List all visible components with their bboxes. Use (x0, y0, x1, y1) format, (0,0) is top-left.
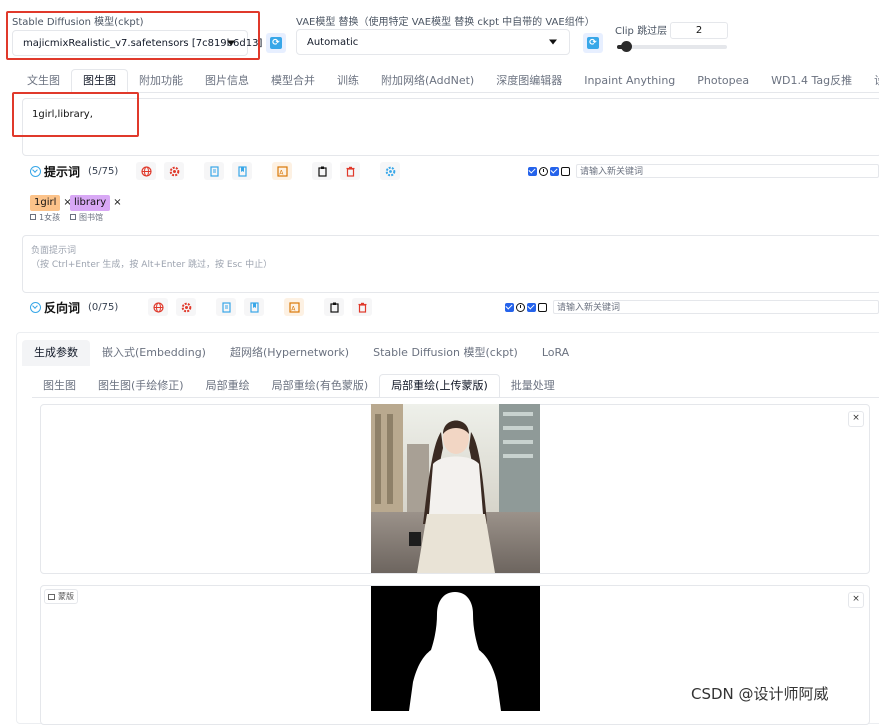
checkbox-icon[interactable] (527, 302, 536, 312)
negative-heading: 反向词 (44, 300, 81, 315)
param-tabs: 生成参数 嵌入式(Embedding) 超网络(Hypernetwork) Stabl… (22, 340, 879, 366)
clock-icon[interactable] (539, 166, 548, 176)
bookmark-icon[interactable] (244, 298, 265, 316)
mode-tabs: 图生图 图生图(手绘修正) 局部重绘 局部重绘(有色蒙版) 局部重绘(上传蒙版) 批量处理 (32, 374, 879, 398)
tab-param-2[interactable]: 超网络(Hypernetwork) (218, 340, 361, 366)
tab-main-0[interactable]: 文生图 (16, 70, 71, 92)
globe-icon[interactable] (148, 298, 169, 316)
image-icon (48, 593, 55, 600)
copy-icon[interactable] (204, 162, 225, 180)
prompt-tag[interactable]: 1girl × 1女孩 (30, 190, 72, 223)
close-icon[interactable]: × (848, 411, 864, 427)
tab-main-10[interactable]: WD1.4 Tag反推 (760, 70, 863, 92)
negative-placeholder-line2: （按 Ctrl+Enter 生成，按 Alt+Enter 跳过，按 Esc 中止… (31, 260, 273, 270)
model-section: Stable Diffusion 模型(ckpt) majicmixRealis… (6, 8, 262, 60)
clip-label: Clip 跳过层 (615, 26, 668, 37)
clip-slider[interactable] (617, 41, 727, 52)
tab-mode-3[interactable]: 局部重绘(有色蒙版) (261, 375, 380, 397)
prompt-heading: 提示词 (44, 164, 81, 179)
checkbox-icon[interactable] (528, 166, 537, 176)
prompt-keyword-controls: 请输入新关键词 (528, 163, 879, 179)
vae-label: VAE模型 替换（使用特定 VAE模型 替换 ckpt 中自带的 VAE组件） (296, 17, 595, 28)
gear-icon[interactable] (176, 298, 197, 316)
tab-param-3[interactable]: Stable Diffusion 模型(ckpt) (361, 340, 530, 366)
translate-icon (70, 214, 76, 220)
close-icon[interactable]: × (848, 592, 864, 608)
tab-main-8[interactable]: Inpaint Anything (573, 70, 686, 92)
negative-placeholder-line1: 负面提示词 (31, 246, 77, 256)
tab-mode-5[interactable]: 批量处理 (500, 375, 566, 397)
settings-icon[interactable] (380, 162, 401, 180)
prompt-count: (5/75) (88, 165, 119, 177)
negative-count: (0/75) (88, 301, 119, 313)
vae-refresh-button[interactable]: ⟳ (583, 33, 603, 53)
tab-main-11[interactable]: 设 (863, 70, 879, 92)
prompt-tag-translation: 1女孩 (30, 212, 72, 223)
tab-param-0[interactable]: 生成参数 (22, 340, 90, 366)
mask-image (371, 586, 540, 711)
prompt-tag-translation: 图书馆 (70, 212, 122, 223)
tab-mode-4[interactable]: 局部重绘(上传蒙版) (379, 374, 500, 397)
refresh-icon: ⟳ (270, 37, 282, 49)
translate-icon (30, 214, 36, 220)
bookmark-icon[interactable] (232, 162, 253, 180)
tab-main-9[interactable]: Photopea (686, 70, 760, 92)
model-select[interactable]: majicmixRealistic_v7.safetensors [7c819b… (12, 30, 262, 56)
main-tabs: 文生图 图生图 附加功能 图片信息 模型合并 训练 附加网络(AddNet) 深度图编辑器 In… (16, 69, 879, 93)
negative-prompt-textbox[interactable]: 负面提示词 （按 Ctrl+Enter 生成，按 Alt+Enter 跳过，按 … (22, 235, 879, 293)
init-image (371, 404, 540, 573)
tab-main-7[interactable]: 深度图编辑器 (485, 70, 573, 92)
translate-icon[interactable]: A (272, 162, 293, 180)
clip-slider-handle[interactable] (621, 41, 632, 52)
mask-label: 蒙版 (58, 592, 74, 601)
tab-main-4[interactable]: 模型合并 (260, 70, 326, 92)
negative-toolbar: 反向词 (0/75) A (30, 297, 500, 317)
clipboard-icon[interactable] (324, 298, 345, 316)
chevron-down-icon (549, 39, 557, 45)
clip-input[interactable]: 2 (670, 22, 728, 39)
tab-main-5[interactable]: 训练 (326, 70, 370, 92)
trash-icon[interactable] (352, 298, 373, 316)
negative-keyword-controls: 请输入新关键词 (505, 299, 879, 315)
model-refresh-button[interactable]: ⟳ (266, 33, 286, 53)
model-label: Stable Diffusion 模型(ckpt) (12, 17, 144, 28)
clipboard-icon[interactable] (312, 162, 333, 180)
tab-main-3[interactable]: 图片信息 (194, 70, 260, 92)
collapse-icon[interactable] (30, 301, 41, 313)
copy-icon[interactable] (216, 298, 237, 316)
chevron-down-icon (227, 40, 235, 46)
gear-icon[interactable] (164, 162, 185, 180)
checkbox-icon[interactable] (538, 302, 547, 312)
checkbox-icon[interactable] (505, 302, 514, 312)
mask-label-badge: 蒙版 (44, 589, 78, 604)
prompt-tag[interactable]: library × 图书馆 (70, 190, 122, 223)
prompt-tags: 1girl × 1女孩 library × 图书馆 (30, 190, 330, 223)
prompt-tag-label: library (70, 195, 111, 211)
tab-param-4[interactable]: LoRA (530, 340, 581, 366)
prompt-keyword-input[interactable]: 请输入新关键词 (576, 164, 879, 178)
checkbox-icon[interactable] (550, 166, 559, 176)
prompt-tag-label: 1girl (30, 195, 61, 211)
negative-keyword-input[interactable]: 请输入新关键词 (553, 300, 879, 314)
tab-main-2[interactable]: 附加功能 (128, 70, 194, 92)
translate-icon[interactable]: A (284, 298, 305, 316)
watermark: CSDN @设计师阿威 (691, 685, 829, 703)
trash-icon[interactable] (340, 162, 361, 180)
vae-select[interactable]: Automatic (296, 29, 570, 55)
prompt-text: 1girl,library, (32, 109, 93, 120)
collapse-icon[interactable] (30, 165, 41, 177)
checkbox-icon[interactable] (561, 166, 570, 176)
tab-main-6[interactable]: 附加网络(AddNet) (370, 70, 485, 92)
tab-mode-0[interactable]: 图生图 (32, 375, 87, 397)
tab-main-1[interactable]: 图生图 (71, 69, 128, 92)
remove-tag-icon[interactable]: × (113, 197, 121, 208)
tab-param-1[interactable]: 嵌入式(Embedding) (90, 340, 218, 366)
tab-mode-1[interactable]: 图生图(手绘修正) (87, 375, 195, 397)
prompt-textbox[interactable]: 1girl,library, (22, 98, 879, 156)
globe-icon[interactable] (136, 162, 157, 180)
clock-icon[interactable] (516, 302, 525, 312)
vae-select-value: Automatic (307, 36, 359, 48)
tab-mode-2[interactable]: 局部重绘 (195, 375, 261, 397)
refresh-icon: ⟳ (587, 37, 599, 49)
